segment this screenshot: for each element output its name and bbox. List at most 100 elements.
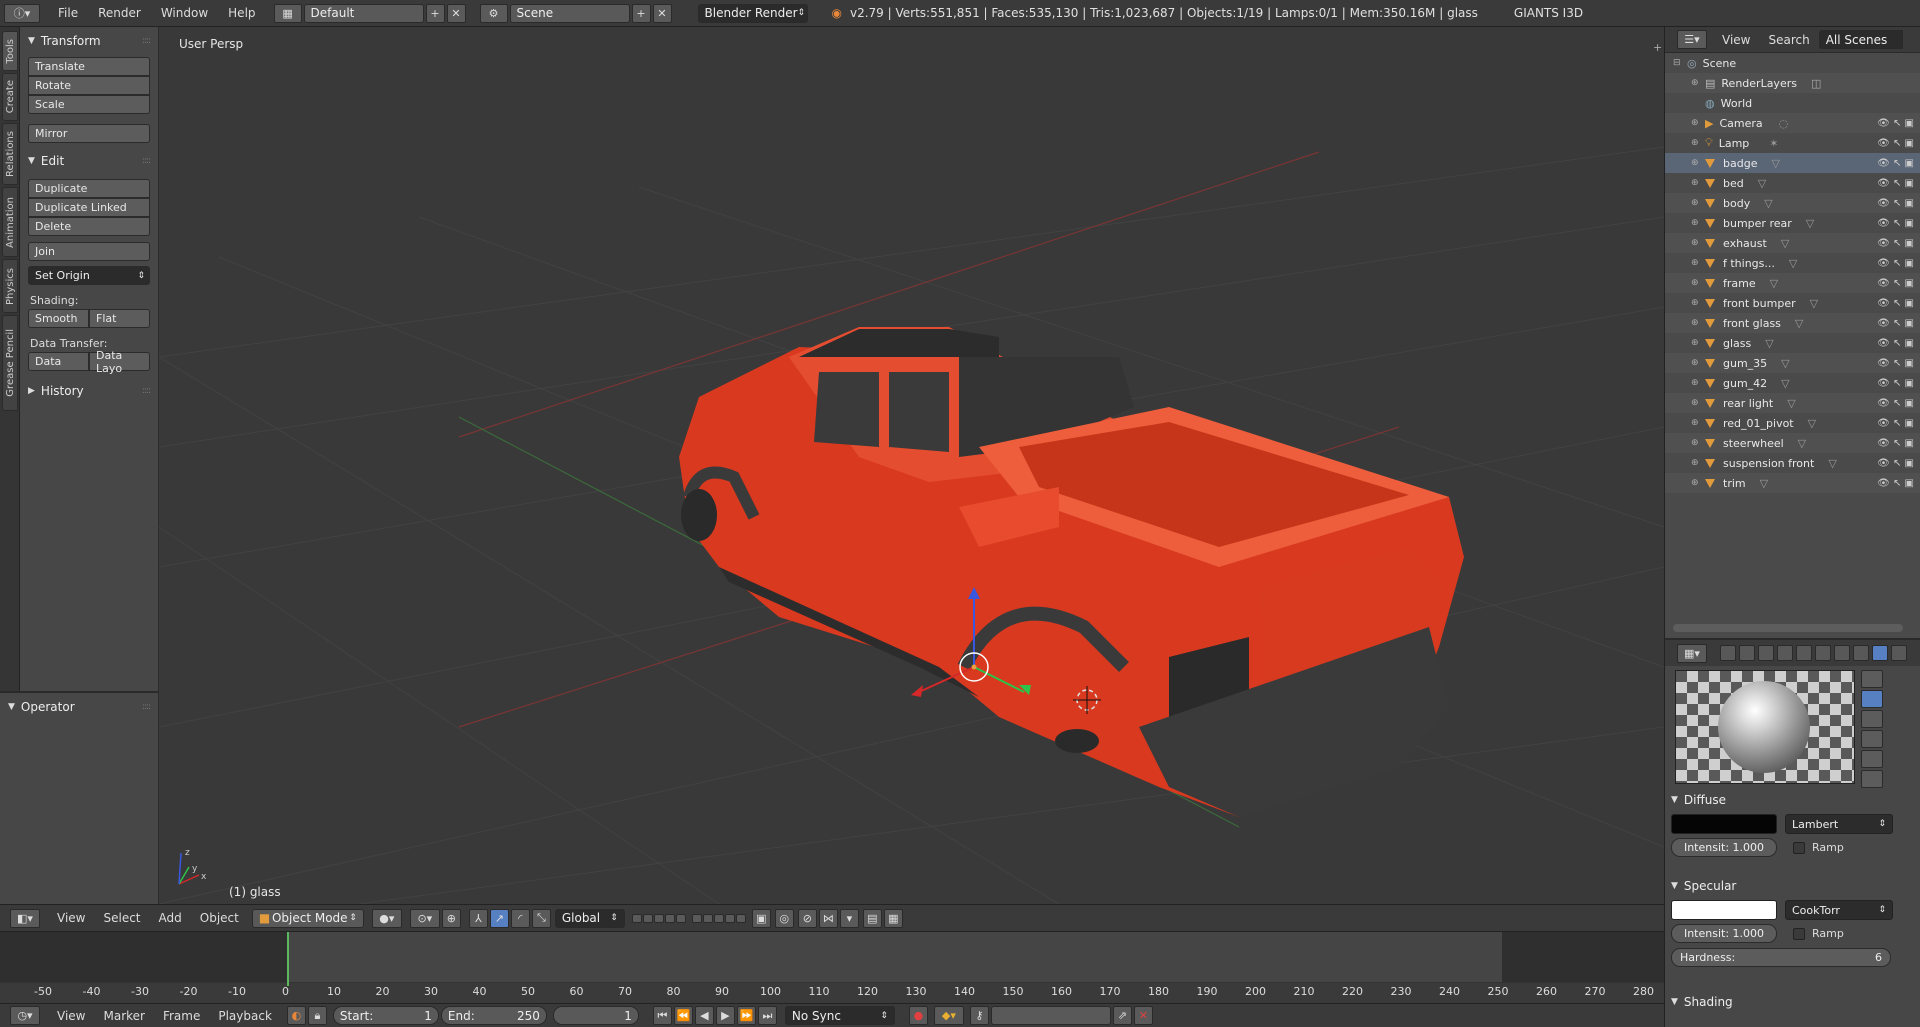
diffuse-intensity-field[interactable]: Intensit: 1.000 [1671, 838, 1777, 857]
visibility-toggles[interactable]: 👁︎ ↖ ▣ [1877, 458, 1914, 469]
expand-icon[interactable]: ⊕ [1691, 378, 1701, 388]
properties-toggle-icon[interactable]: + [1653, 41, 1662, 54]
render-engine-select[interactable]: Blender Render ⇕ [697, 3, 808, 23]
display-mode-select[interactable]: All Scenes [1818, 30, 1903, 49]
outliner-item-steerwheel[interactable]: ⊕ steerwheel ▽ 👁︎ ↖ ▣ [1665, 433, 1920, 453]
lock-range-icon[interactable]: 🔒︎ [307, 1006, 327, 1025]
outliner-item-exhaust[interactable]: ⊕ exhaust ▽ 👁︎ ↖ ▣ [1665, 233, 1920, 253]
diffuse-shader-select[interactable]: Lambert ⇕ [1785, 814, 1893, 834]
menu-playback[interactable]: Playback [209, 1009, 281, 1023]
visibility-toggles[interactable]: 👁︎ ↖ ▣ [1877, 298, 1914, 309]
menu-help[interactable]: Help [218, 6, 265, 20]
outliner-item-red-01-pivot[interactable]: ⊕ red_01_pivot ▽ 👁︎ ↖ ▣ [1665, 413, 1920, 433]
specular-intensity-field[interactable]: Intensit: 1.000 [1671, 924, 1777, 943]
flat-button[interactable]: Flat [89, 309, 150, 328]
history-panel-header[interactable]: ▶ History:::: [28, 381, 151, 401]
specular-shader-select[interactable]: CookTorr ⇕ [1785, 900, 1893, 920]
constraints-tab-icon[interactable] [1815, 645, 1831, 661]
preview-sphere-icon[interactable] [1861, 690, 1883, 708]
material-tab-icon[interactable] [1872, 645, 1888, 661]
add-layout-icon[interactable]: + [425, 3, 445, 23]
diffuse-panel-header[interactable]: ▼ Diffuse [1671, 790, 1907, 810]
expand-icon[interactable]: ⊕ [1691, 238, 1701, 248]
render-tab-icon[interactable] [1720, 645, 1736, 661]
duplicate-linked-button[interactable]: Duplicate Linked [28, 198, 150, 217]
insert-keyframe-icon[interactable]: ⇗ [1112, 1006, 1132, 1025]
current-frame-indicator[interactable] [287, 932, 289, 986]
data-button[interactable]: Data [28, 352, 89, 371]
timeline-ruler[interactable] [0, 982, 1664, 1003]
set-origin-select[interactable]: Set Origin ⇕ [28, 266, 150, 285]
outliner-item-renderlayers[interactable]: ⊕ ▤ RenderLayers ◫ [1665, 73, 1920, 93]
visibility-toggles[interactable]: 👁︎ ↖ ▣ [1877, 118, 1914, 129]
texture-tab-icon[interactable] [1891, 645, 1907, 661]
tab-relations[interactable]: Relations [2, 123, 18, 185]
keying-set-icon[interactable]: ◆▾ [933, 1006, 964, 1025]
menu-view[interactable]: View [48, 911, 94, 925]
timeline[interactable]: -50 -40 -30 -20 -10 0 10 20 30 40 50 60 70 80 90 100 110… [0, 931, 1664, 1003]
remove-scene-icon[interactable]: ✕ [652, 3, 672, 23]
record-icon[interactable]: ● [908, 1006, 928, 1025]
expand-icon[interactable]: ⊕ [1691, 258, 1701, 268]
scale-button[interactable]: Scale [28, 95, 150, 114]
end-frame-field[interactable]: End: 250 [440, 1006, 547, 1025]
menu-file[interactable]: File [48, 6, 88, 20]
menu-view[interactable]: View [48, 1009, 94, 1023]
preview-sky-icon[interactable] [1861, 770, 1883, 788]
preview-cube-icon[interactable] [1861, 710, 1883, 728]
preview-range-icon[interactable]: ◐ [286, 1006, 306, 1025]
grip-icon[interactable]: :::: [142, 156, 151, 166]
editor-type-button[interactable]: ◷▾ [10, 1006, 40, 1025]
visibility-toggles[interactable]: 👁︎ ↖ ▣ [1877, 138, 1914, 149]
world-tab-icon[interactable] [1777, 645, 1793, 661]
visibility-toggles[interactable]: 👁︎ ↖ ▣ [1877, 358, 1914, 369]
specular-ramp-checkbox[interactable]: Ramp [1793, 927, 1844, 940]
menu-window[interactable]: Window [151, 6, 218, 20]
giants-i3d-label[interactable]: GIANTS I3D [1514, 6, 1583, 20]
diffuse-ramp-checkbox[interactable]: Ramp [1793, 841, 1844, 854]
visibility-toggles[interactable]: 👁︎ ↖ ▣ [1877, 338, 1914, 349]
outliner-item-front-glass[interactable]: ⊕ front glass ▽ 👁︎ ↖ ▣ [1665, 313, 1920, 333]
remove-layout-icon[interactable]: ✕ [446, 3, 466, 23]
jump-start-icon[interactable]: ⏮ [652, 1006, 672, 1025]
edit-panel-header[interactable]: ▼ Edit:::: [28, 151, 151, 171]
visibility-toggles[interactable]: 👁︎ ↖ ▣ [1877, 158, 1914, 169]
expand-icon[interactable]: ⊕ [1691, 138, 1701, 148]
expand-icon[interactable]: ⊕ [1691, 118, 1701, 128]
delete-keyframe-icon[interactable]: ✕ [1133, 1006, 1153, 1025]
grip-icon[interactable]: :::: [142, 36, 151, 46]
render-preview-icon[interactable]: ▤ [862, 908, 882, 928]
outliner-item-lamp[interactable]: ⊕ 💡︎ Lamp ✶ 👁︎ ↖ ▣ [1665, 133, 1920, 153]
manipulator-toggle-icon[interactable]: ⊕ [441, 908, 461, 928]
visibility-toggles[interactable]: 👁︎ ↖ ▣ [1877, 238, 1914, 249]
start-frame-field[interactable]: Start: 1 [332, 1006, 439, 1025]
jump-end-icon[interactable]: ⏭ [757, 1006, 777, 1025]
proportional-edit-icon[interactable]: ◎ [774, 908, 794, 928]
expand-icon[interactable]: ⊕ [1691, 198, 1701, 208]
outliner-item-trim[interactable]: ⊕ trim ▽ 👁︎ ↖ ▣ [1665, 473, 1920, 493]
lock-layers-icon[interactable]: ▣ [751, 908, 771, 928]
active-keying-set-field[interactable] [990, 1006, 1111, 1025]
grip-icon[interactable]: :::: [142, 386, 151, 396]
rotate-button[interactable]: Rotate [28, 76, 150, 95]
expand-icon[interactable]: ⊕ [1691, 298, 1701, 308]
visibility-toggles[interactable]: 👁︎ ↖ ▣ [1877, 178, 1914, 189]
3d-viewport[interactable]: z x y User Persp (1) glass + [159, 27, 1664, 904]
menu-select[interactable]: Select [94, 911, 149, 925]
outliner-item-gum-35[interactable]: ⊕ gum_35 ▽ 👁︎ ↖ ▣ [1665, 353, 1920, 373]
hardness-field[interactable]: Hardness: 6 [1671, 948, 1891, 967]
preview-flat-icon[interactable] [1861, 670, 1883, 688]
visibility-toggles[interactable]: 👁︎ ↖ ▣ [1877, 438, 1914, 449]
modifiers-tab-icon[interactable] [1834, 645, 1850, 661]
snap-target-icon[interactable]: ▾ [839, 908, 859, 928]
visibility-toggles[interactable]: 👁︎ ↖ ▣ [1877, 378, 1914, 389]
editor-type-button[interactable]: ⓘ▾ [4, 3, 40, 23]
visibility-toggles[interactable]: 👁︎ ↖ ▣ [1877, 318, 1914, 329]
expand-icon[interactable]: ⊕ [1691, 78, 1701, 88]
mirror-button[interactable]: Mirror [28, 124, 150, 143]
data-tab-icon[interactable] [1853, 645, 1869, 661]
outliner-item-body[interactable]: ⊕ body ▽ 👁︎ ↖ ▣ [1665, 193, 1920, 213]
visibility-toggles[interactable]: 👁︎ ↖ ▣ [1877, 478, 1914, 489]
delete-button[interactable]: Delete [28, 217, 150, 236]
shading-mode-icon[interactable]: ●▾ [371, 908, 402, 928]
